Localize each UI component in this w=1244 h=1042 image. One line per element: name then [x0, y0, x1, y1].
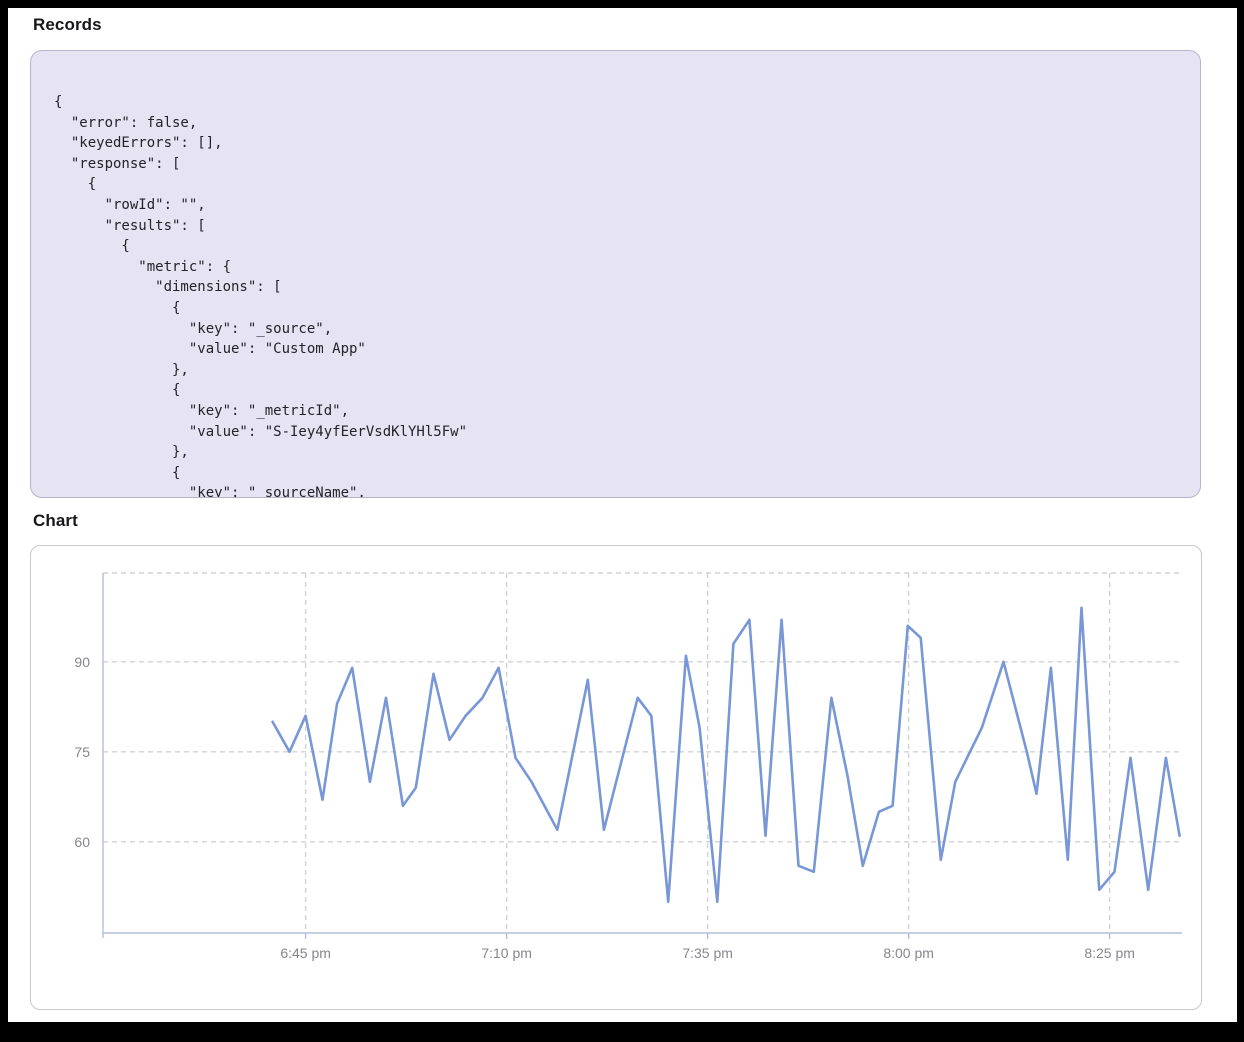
chart-svg: 60 75 90 6:45 pm 7:10 pm 7:35 pm 8:00 pm 8:25 p… [30, 545, 1202, 1010]
x-axis-label: 8:25 pm [1084, 945, 1135, 961]
records-json-text: { "error": false, "keyedErrors": [], "re… [31, 51, 1200, 498]
x-axis-label: 8:00 pm [883, 945, 934, 961]
y-axis-label-90: 90 [74, 654, 90, 670]
x-axis-label: 7:10 pm [481, 945, 532, 961]
x-axis-label: 7:35 pm [682, 945, 733, 961]
records-code-block[interactable]: { "error": false, "keyedErrors": [], "re… [30, 50, 1201, 498]
x-axis-label: 6:45 pm [280, 945, 331, 961]
page: Records { "error": false, "keyedErrors":… [8, 8, 1237, 1022]
series-line-metric-value [273, 608, 1180, 902]
chart-section-heading: Chart [33, 511, 78, 531]
records-section-heading: Records [33, 15, 102, 35]
y-axis-label-75: 75 [74, 744, 90, 760]
y-axis-label-60: 60 [74, 834, 90, 850]
